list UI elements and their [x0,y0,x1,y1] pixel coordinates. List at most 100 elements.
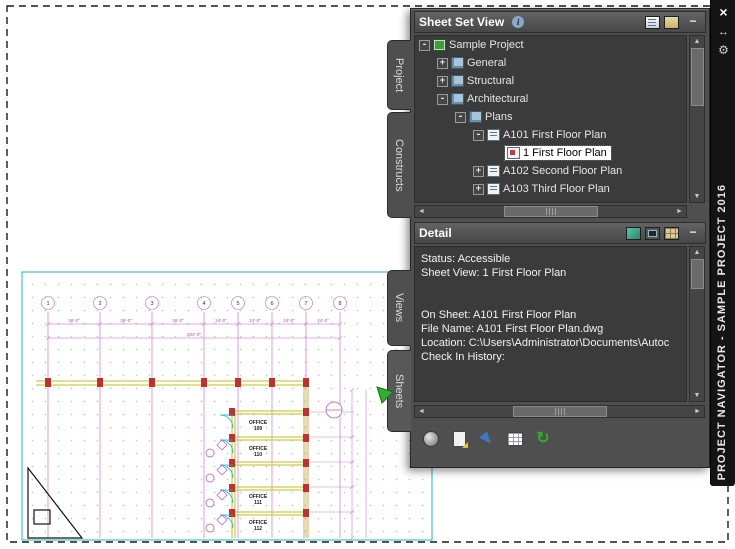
tree-item-label: Plans [485,111,513,123]
sheet-selections-button[interactable] [503,428,527,450]
svg-text:24'-0": 24'-0" [215,318,227,323]
svg-text:5: 5 [236,301,239,307]
expander-icon[interactable]: + [437,57,448,69]
scroll-down-icon[interactable]: ▼ [691,191,704,202]
palette-title-bar[interactable]: × ↔ ⚙ PROJECT NAVIGATOR - SAMPLE PROJECT… [710,0,735,486]
dimension-lines [45,321,367,541]
tree-item-label: A102 Second Floor Plan [503,165,623,177]
sheets-toolbar: ↻ [419,427,555,451]
detail-location-line: Location: C:\Users\Administrator\Documen… [421,337,670,349]
scroll-up-icon[interactable]: ▲ [691,36,704,47]
edit-sheet-icon[interactable] [645,15,660,29]
sheet-icon [487,165,500,177]
svg-text:1: 1 [46,301,49,307]
tab-constructs-label: Constructs [393,138,405,192]
tab-constructs[interactable]: Constructs [387,112,411,218]
tree-item-label: Architectural [467,93,529,105]
project-navigator-palette: Sheet Set View i − - Sample Project + Ge… [410,8,710,468]
scroll-left-icon[interactable]: ◄ [415,406,428,417]
publish-button[interactable] [475,428,499,450]
detail-on-sheet-line: On Sheet: A101 First Floor Plan [421,309,577,321]
grip-icon [545,208,556,215]
viewport-border [21,271,433,541]
refresh-project-button[interactable]: ↻ [531,428,555,450]
expander-icon[interactable]: + [473,183,484,195]
walls [36,380,309,538]
tab-sheets-label: Sheets [393,373,405,409]
scroll-right-icon[interactable]: ► [691,406,704,417]
sheet-set-view-header: Sheet Set View i − [414,11,706,33]
scroll-up-icon[interactable]: ▲ [691,247,704,258]
publish-icon [479,431,495,447]
scrollbar-thumb[interactable] [690,259,704,289]
tree-item-a101[interactable]: - A101 First Floor Plan [415,126,686,144]
tree-item-plans[interactable]: - Plans [415,108,686,126]
detail-vertical-scrollbar[interactable]: ▲ ▼ [689,246,705,402]
archive-button[interactable] [447,428,471,450]
drawing-canvas[interactable]: 1 2 3 4 5 6 7 8 36'-0" 36'-0" 36'-0" 24'… [0,0,735,549]
svg-text:24'-0": 24'-0" [317,318,329,323]
sheet-icon [487,129,500,141]
tree-vertical-scrollbar[interactable]: ▲ ▼ [689,35,705,203]
detail-panel: Status: Accessible Sheet View: 1 First F… [414,246,687,402]
svg-text:111: 111 [254,500,262,506]
detail-header: Detail − [414,222,706,244]
sheet-set-view-title: Sheet Set View [419,15,505,29]
sheet-views-icon[interactable] [626,226,641,240]
expander-icon[interactable]: - [419,39,430,51]
tree-item-sample-project[interactable]: - Sample Project [415,36,686,54]
expander-icon[interactable]: - [455,111,466,123]
grip-icon [554,408,565,415]
scroll-down-icon[interactable]: ▼ [691,390,704,401]
svg-text:3: 3 [150,301,153,307]
expander-icon[interactable]: + [437,75,448,87]
scroll-right-icon[interactable]: ► [673,206,686,217]
collapse-tree-button[interactable]: − [685,15,701,29]
palette-title: PROJECT NAVIGATOR - SAMPLE PROJECT 2016 [716,183,728,480]
expander-icon[interactable]: - [473,129,484,141]
detail-blank-line [421,294,686,308]
expander-icon[interactable]: + [473,165,484,177]
tree-item-structural[interactable]: + Structural [415,72,686,90]
scrollbar-thumb[interactable] [512,406,607,417]
etransmit-icon [423,431,439,447]
etransmit-button[interactable] [419,428,443,450]
tree-item-general[interactable]: + General [415,54,686,72]
detail-title: Detail [419,226,452,240]
info-icon[interactable]: i [512,16,525,28]
detail-horizontal-scrollbar[interactable]: ◄ ► [414,405,705,418]
scrollbar-thumb[interactable] [690,48,704,106]
archive-icon [452,431,468,448]
tree-item-a102[interactable]: + A102 Second Floor Plan [415,162,686,180]
sheet-subset-icon [451,57,464,69]
scroll-left-icon[interactable]: ◄ [415,206,428,217]
svg-text:204'-0": 204'-0" [187,332,201,337]
scrollbar-thumb[interactable] [503,206,598,217]
tree-item-architectural[interactable]: - Architectural [415,90,686,108]
auto-hide-icon[interactable]: ↔ [711,24,735,40]
close-icon[interactable]: × [711,4,735,20]
svg-text:24'-0": 24'-0" [283,318,295,323]
tab-views[interactable]: Views [387,270,411,346]
svg-text:24'-0": 24'-0" [249,318,261,323]
tree-item-first-floor-plan-view[interactable]: 1 First Floor Plan [415,144,686,162]
gear-icon[interactable]: ⚙ [711,42,735,58]
dimension-text: 36'-0" 36'-0" 36'-0" 24'-0" 24'-0" 24'-0… [68,318,329,337]
expander-icon[interactable]: - [437,93,448,105]
tree-item-a103[interactable]: + A103 Third Floor Plan [415,180,686,198]
collapse-detail-button[interactable]: − [685,226,701,240]
sheet-set-icon [433,39,446,51]
folder-icon[interactable] [664,15,679,29]
tree-horizontal-scrollbar[interactable]: ◄ ► [414,205,687,218]
properties-table-icon[interactable] [664,226,679,240]
tree-item-label: Structural [467,75,515,87]
sheet-subset-icon [451,75,464,87]
detail-check-in-line: Check In History: [421,351,505,363]
tab-project[interactable]: Project [387,40,411,110]
sheet-icon [487,183,500,195]
preview-pane-icon[interactable] [645,226,660,240]
selected-tree-item[interactable]: 1 First Floor Plan [504,145,612,161]
sheet-subset-icon [469,111,482,123]
green-arrow-indicator [376,386,394,404]
svg-text:36'-0": 36'-0" [68,318,80,323]
